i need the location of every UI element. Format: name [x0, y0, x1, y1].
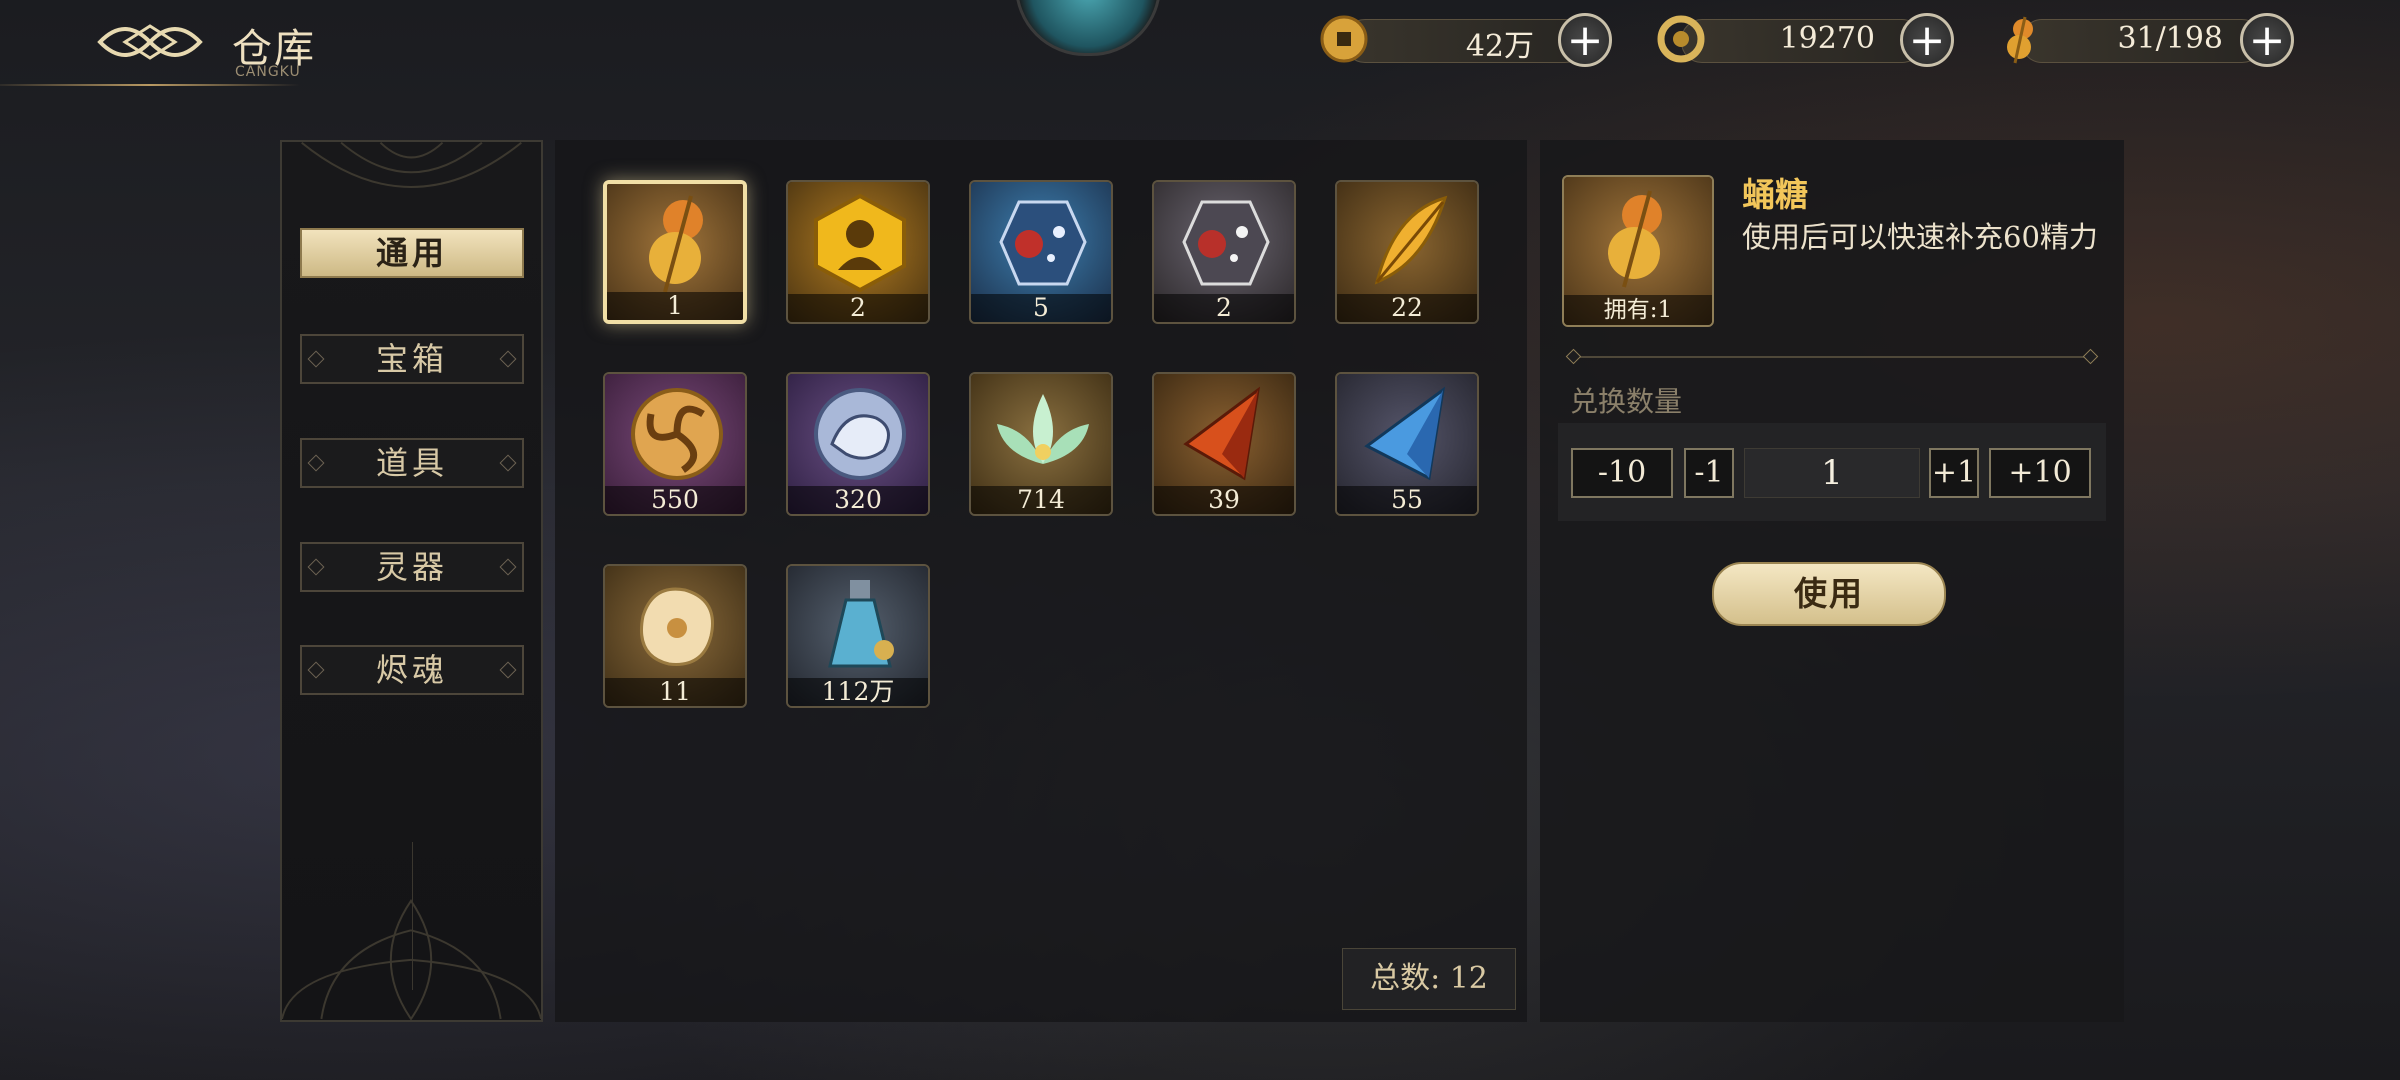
item-count: 55 [1337, 486, 1477, 514]
copper-coin-icon [1320, 15, 1368, 63]
tab-spirit-artifact[interactable]: 灵器 [300, 542, 524, 592]
jade-dragon-icon [1657, 15, 1705, 63]
header-underline [0, 84, 300, 86]
item-count: 320 [788, 486, 928, 514]
item-slot-triskelion-medallion[interactable]: 550 [603, 372, 747, 516]
tab-chest[interactable]: 宝箱 [300, 334, 524, 384]
item-slot-jade-lotus[interactable]: 714 [969, 372, 1113, 516]
item-slot-golden-feather[interactable]: 22 [1335, 180, 1479, 324]
item-count: 39 [1154, 486, 1294, 514]
grey-red-crystal-icon [1182, 200, 1270, 286]
currency-stamina: 31/198 + [1995, 13, 2295, 67]
amber-stone-icon [640, 587, 714, 666]
plus-1-button[interactable]: +1 [1929, 448, 1979, 498]
item-slot-blue-shard[interactable]: 55 [1335, 372, 1479, 516]
item-slot-potion-bottle[interactable]: 112万 [786, 564, 930, 708]
owned-count: 拥有:1 [1564, 295, 1712, 325]
item-slot-gold-hexagon[interactable]: 2 [786, 180, 930, 324]
lotus-ornament-icon [282, 899, 541, 1020]
item-count: 1 [607, 292, 743, 320]
currency-value: 19270 [1779, 21, 1875, 56]
currency-value: 31/198 [2117, 21, 2223, 56]
gold-hexagon-silhouette-icon [814, 193, 906, 292]
item-count: 5 [971, 294, 1111, 322]
minus-1-button[interactable]: -1 [1684, 448, 1734, 498]
blue-red-crystal-icon [999, 200, 1087, 286]
item-description: 使用后可以快速补充60精力 [1742, 220, 2098, 254]
tiger-medallion-icon [814, 388, 906, 480]
currency-copper: 42万 + [1318, 13, 1618, 67]
knot-logo-icon [97, 24, 203, 60]
tab-general[interactable]: 通用 [300, 228, 524, 278]
jade-lotus-icon [997, 394, 1089, 464]
item-slot-candied-gourd[interactable]: 1 [603, 180, 747, 324]
quantity-input[interactable]: 1 [1744, 448, 1920, 498]
plus-10-button[interactable]: +10 [1989, 448, 2091, 498]
category-panel: 通用 宝箱 道具 灵器 烬魂 [280, 140, 543, 1022]
tab-props[interactable]: 道具 [300, 438, 524, 488]
add-jade-button[interactable]: + [1900, 13, 1954, 67]
page-subtitle: CANGKU [235, 64, 301, 80]
add-copper-button[interactable]: + [1558, 13, 1612, 67]
item-count: 22 [1337, 294, 1477, 322]
potion-bottle-icon [828, 580, 894, 668]
detail-divider [1572, 356, 2092, 358]
item-name: 蛹糖 [1742, 175, 1808, 214]
triskelion-medallion-icon [631, 388, 723, 480]
red-pyramid-shard-icon [1183, 386, 1261, 481]
item-slot-red-shard[interactable]: 39 [1152, 372, 1296, 516]
tab-ember-soul[interactable]: 烬魂 [300, 645, 524, 695]
candied-gourd-icon [2007, 16, 2033, 64]
mascot-avatar[interactable] [1015, 0, 1161, 56]
selected-item-icon: 拥有:1 [1562, 175, 1714, 327]
candied-gourd-icon [1608, 190, 1662, 288]
item-slot-blue-crystal[interactable]: 5 [969, 180, 1113, 324]
candied-gourd-icon [649, 195, 703, 293]
item-count: 550 [605, 486, 745, 514]
use-button[interactable]: 使用 [1712, 562, 1946, 626]
item-count: 2 [1154, 294, 1294, 322]
item-slot-grey-crystal[interactable]: 2 [1152, 180, 1296, 324]
golden-feather-icon [1374, 195, 1448, 285]
item-count: 112万 [788, 678, 928, 706]
minus-10-button[interactable]: -10 [1571, 448, 1673, 498]
total-count: 总数: 12 [1342, 948, 1516, 1010]
item-count: 2 [788, 294, 928, 322]
blue-pyramid-shard-icon [1364, 386, 1446, 481]
item-slot-tiger-medallion[interactable]: 320 [786, 372, 930, 516]
ornament-top [301, 142, 522, 188]
add-stamina-button[interactable]: + [2240, 13, 2294, 67]
item-count: 11 [605, 678, 745, 706]
item-slot-amber-stone[interactable]: 11 [603, 564, 747, 708]
currency-value: 42万 [1465, 29, 1534, 64]
item-count: 714 [971, 486, 1111, 514]
quantity-label: 兑换数量 [1570, 385, 1683, 418]
currency-jade: 19270 + [1655, 13, 1955, 67]
